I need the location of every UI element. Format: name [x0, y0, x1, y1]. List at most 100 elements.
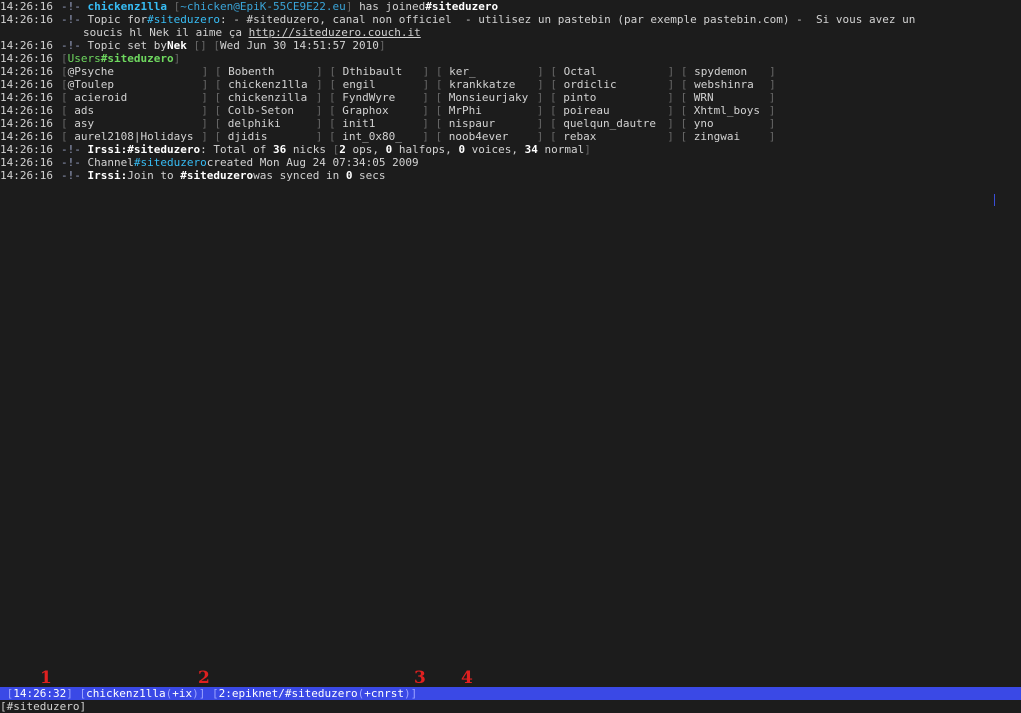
join-text: has joined: [359, 0, 426, 13]
user-row: 14:26:16 [ ads] [ Colb-Seton] [ Graphox]…: [0, 104, 776, 117]
halfops-count: 0: [385, 143, 393, 156]
user-nick[interactable]: webshinra: [694, 78, 769, 91]
timestamp: 14:26:16: [0, 117, 53, 130]
total-channel: #siteduzero: [127, 143, 201, 156]
user-nick[interactable]: krankkatze: [449, 78, 537, 91]
user-nick[interactable]: zingwai: [694, 130, 769, 143]
user-row: 14:26:16 [@Psyche] [ Bobenth] [ Dthibaul…: [0, 65, 776, 78]
user-nick[interactable]: nispaur: [449, 117, 537, 130]
user-nick[interactable]: spydemon: [694, 65, 769, 78]
user-nick[interactable]: ordiclic: [564, 78, 668, 91]
annotation-3: 3: [414, 668, 426, 688]
user-nick[interactable]: Bobenth: [228, 65, 316, 78]
status-bar: [14:26:32] [chickenz1lla(+ix)] [2:epikne…: [0, 687, 1021, 700]
user-nick[interactable]: Xhtml_boys: [694, 104, 769, 117]
user-nick[interactable]: noob4ever: [449, 130, 537, 143]
user-nick[interactable]: MrPhi: [449, 104, 537, 117]
status-usermode: +ix: [172, 687, 193, 700]
total-text: ops,: [345, 143, 386, 156]
user-nick[interactable]: @Psyche: [68, 65, 202, 78]
user-nick[interactable]: ker_: [449, 65, 537, 78]
total-text: normal: [537, 143, 585, 156]
user-nick[interactable]: aurel2108|Holidays: [74, 130, 201, 143]
status-clock: 14:26:32: [13, 687, 67, 700]
user-nick[interactable]: ads: [74, 104, 201, 117]
created-channel: #siteduzero: [133, 156, 207, 169]
user-row: 14:26:16 [ aurel2108|Holidays] [ djidis]…: [0, 130, 776, 143]
status-nick: chickenz1lla: [86, 687, 166, 700]
log-line-total: 14:26:16 -!- Irssi: #siteduzero: Total of…: [0, 143, 591, 156]
user-nick[interactable]: acieroid: [74, 91, 201, 104]
user-nick[interactable]: WRN: [694, 91, 769, 104]
user-nick[interactable]: Octal: [564, 65, 668, 78]
log-line-topic: 14:26:16 -!- Topic for #siteduzero: - #si…: [0, 13, 916, 26]
annotation-4: 4: [461, 668, 473, 688]
users-channel: #siteduzero: [100, 52, 174, 65]
ops-count: 2: [339, 143, 346, 156]
user-nick[interactable]: Dthibault: [343, 65, 423, 78]
user-nick[interactable]: quelqun_dautre: [563, 117, 667, 130]
timestamp: 14:26:16: [0, 65, 53, 78]
log-line-users-header: 14:26:16[Users #siteduzero]: [0, 52, 181, 65]
user-nick[interactable]: yno: [694, 117, 769, 130]
user-row: 14:26:16 [ acieroid] [ chickenzilla] [ F…: [0, 91, 776, 104]
timestamp: 14:26:16: [0, 143, 53, 156]
irssi-prefix: Irssi:: [87, 143, 128, 156]
total-text: : Total of: [200, 143, 273, 156]
user-row: 14:26:16 [@Toulep] [ chickenz1lla] [ eng…: [0, 78, 776, 91]
timestamp: 14:26:16: [0, 52, 53, 65]
join-host: ~chicken@EpiK-55CE9E22.eu: [180, 0, 346, 13]
user-nick[interactable]: Graphox: [342, 104, 422, 117]
user-nick[interactable]: Monsieurjaky: [449, 91, 537, 104]
timestamp: 14:26:16: [0, 130, 53, 143]
input-prompt[interactable]: [#siteduzero]: [0, 700, 86, 713]
timestamp: 14:26:16: [0, 169, 53, 182]
log-line-topic-cont: soucis hl Nek il aime ça http://siteduze…: [0, 26, 1021, 39]
synced-channel: #siteduzero: [180, 169, 254, 182]
timestamp: 14:26:16: [0, 104, 53, 117]
created-text: created Mon Aug 24 07:34:05 2009: [206, 156, 419, 169]
user-nick[interactable]: poireau: [563, 104, 667, 117]
irssi-prefix: Irssi:: [87, 169, 128, 182]
user-row: 14:26:16 [ asy] [ delphiki] [ init1] [ n…: [0, 117, 776, 130]
normal-count: 34: [524, 143, 538, 156]
user-nick[interactable]: init1: [342, 117, 422, 130]
log-line-synced: 14:26:16 -!- Irssi: Join to #siteduzero w…: [0, 169, 386, 182]
status-chanmode: +cnrst: [364, 687, 405, 700]
user-nick[interactable]: chickenz1lla: [228, 78, 316, 91]
topic-link[interactable]: http://siteduzero.couch.it: [249, 26, 421, 39]
user-nick[interactable]: engil: [343, 78, 423, 91]
topic-text-cont: soucis hl Nek il aime ça: [83, 26, 249, 39]
user-nick[interactable]: delphiki: [228, 117, 316, 130]
log-line-created: 14:26:16 -!- Channel #siteduzero created …: [0, 156, 419, 169]
user-nick[interactable]: Colb-Seton: [228, 104, 316, 117]
timestamp: 14:26:16: [0, 39, 53, 52]
synced-secs: 0: [345, 169, 353, 182]
chat-log: 14:26:16 -!- chickenz1lla [~chicken@EpiK-…: [0, 0, 1021, 182]
topic-label: Topic for: [87, 13, 148, 26]
user-nick[interactable]: pinto: [563, 91, 667, 104]
created-label: Channel: [87, 156, 134, 169]
log-line-join: 14:26:16 -!- chickenz1lla [~chicken@EpiK-…: [0, 0, 499, 13]
users-label: Users: [67, 52, 101, 65]
user-nick[interactable]: djidis: [228, 130, 316, 143]
total-text: nicks: [286, 143, 333, 156]
scroll-marker: [994, 194, 995, 206]
user-nick[interactable]: chickenzilla: [228, 91, 316, 104]
synced-text: secs: [352, 169, 386, 182]
user-nick[interactable]: FyndWyre: [342, 91, 422, 104]
voices-count: 0: [458, 143, 466, 156]
user-nick[interactable]: int_0x80_: [342, 130, 422, 143]
timestamp: 14:26:16: [0, 13, 53, 26]
user-nick[interactable]: asy: [74, 117, 201, 130]
topic-set-label: Topic set by: [87, 39, 167, 52]
user-nick[interactable]: rebax: [563, 130, 667, 143]
synced-text: Join to: [127, 169, 181, 182]
annotation-2: 2: [198, 668, 210, 688]
join-channel: #siteduzero: [425, 0, 499, 13]
timestamp: 14:26:16: [0, 156, 53, 169]
user-list: 14:26:16 [@Psyche] [ Bobenth] [ Dthibaul…: [0, 65, 1021, 143]
joined-nick[interactable]: chickenz1lla: [88, 0, 167, 13]
topic-channel: #siteduzero: [147, 13, 220, 26]
user-nick[interactable]: @Toulep: [68, 78, 202, 91]
